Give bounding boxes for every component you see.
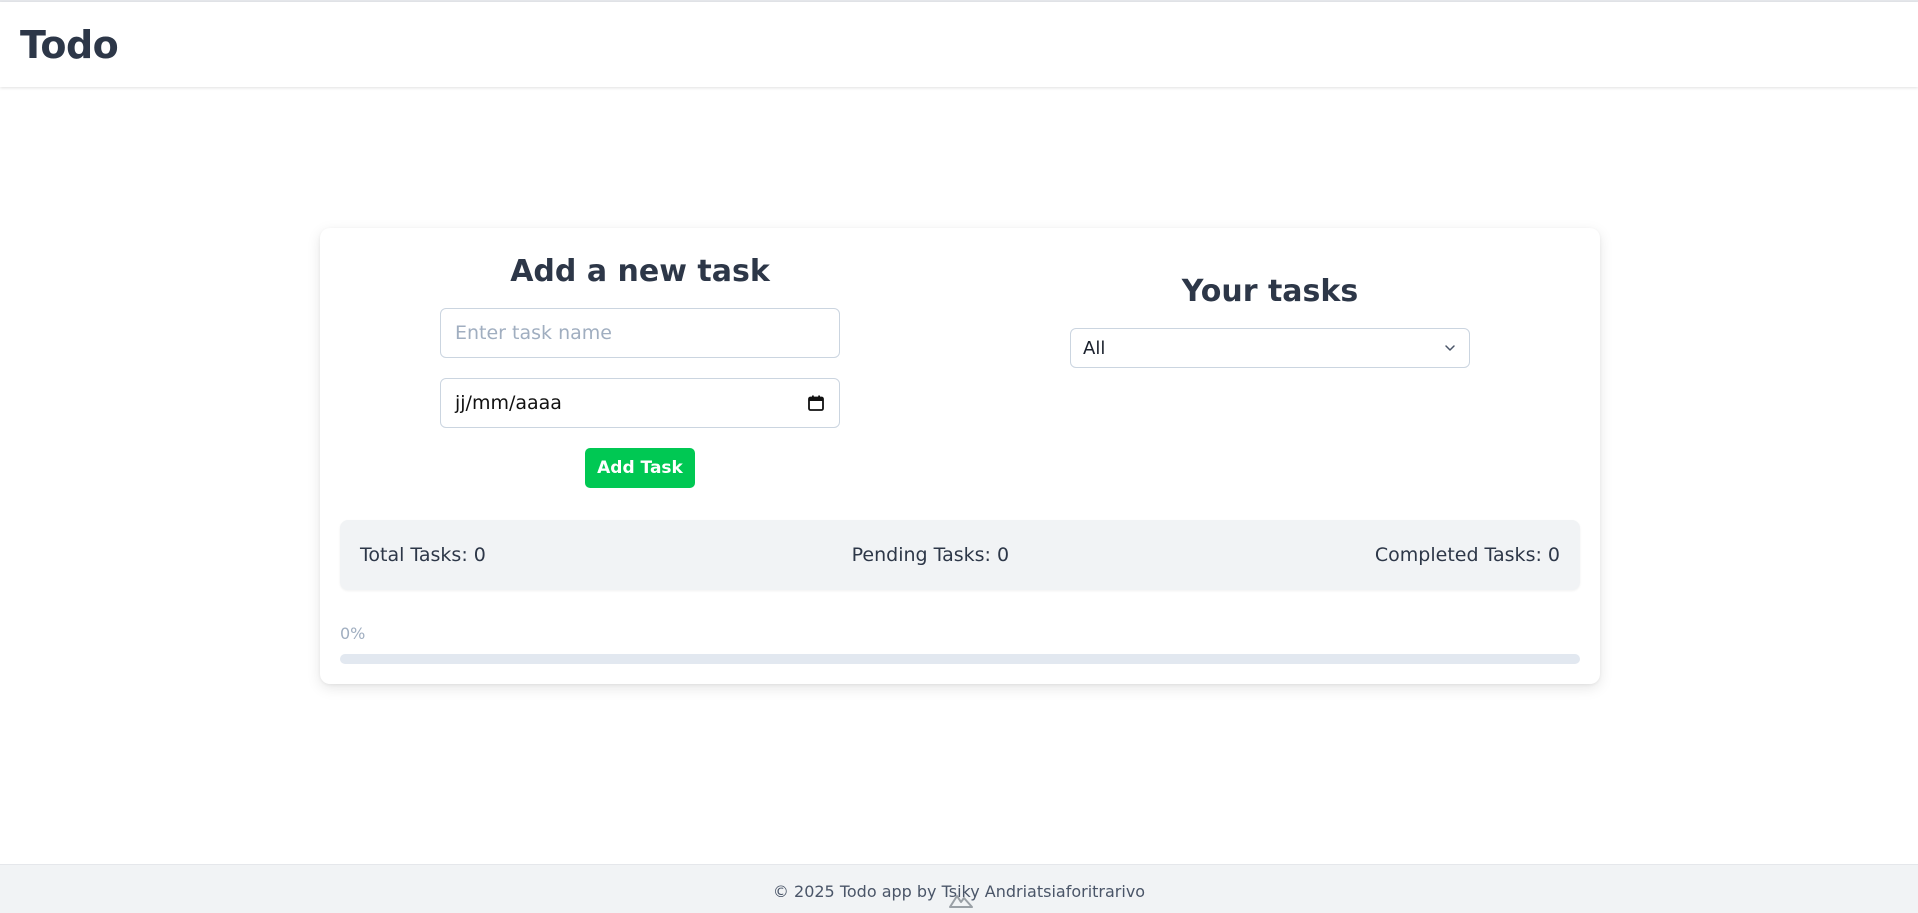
completed-tasks-stat: Completed Tasks: 0 — [1374, 544, 1560, 566]
add-task-button[interactable]: Add Task — [585, 448, 695, 488]
add-task-heading: Add a new task — [510, 254, 770, 289]
total-tasks-stat: Total Tasks: 0 — [360, 544, 486, 566]
task-name-input[interactable] — [440, 308, 840, 358]
tasks-section: Your tasks All — [960, 274, 1580, 368]
progress-bar — [340, 654, 1580, 664]
date-placeholder: jj/mm/aaaa — [455, 392, 562, 414]
progress-percent-label: 0% — [340, 624, 366, 643]
app-title[interactable]: Todo — [20, 23, 119, 67]
navbar: Todo — [0, 2, 1918, 87]
task-date-input[interactable]: jj/mm/aaaa — [440, 378, 840, 428]
add-task-section: Add a new task jj/mm/aaaa Add Task — [320, 254, 960, 488]
calendar-icon[interactable] — [807, 394, 825, 412]
pending-tasks-stat: Pending Tasks: 0 — [851, 544, 1010, 566]
filter-selected-value: All — [1083, 337, 1106, 359]
todo-card: Add a new task jj/mm/aaaa Add Task Your … — [320, 228, 1600, 684]
task-filter-select[interactable]: All — [1070, 328, 1470, 368]
chevron-down-icon — [1443, 341, 1457, 355]
task-stats-bar: Total Tasks: 0 Pending Tasks: 0 Complete… — [340, 520, 1580, 590]
nuxt-devtools-icon[interactable] — [946, 890, 976, 910]
tasks-heading: Your tasks — [1181, 274, 1359, 309]
